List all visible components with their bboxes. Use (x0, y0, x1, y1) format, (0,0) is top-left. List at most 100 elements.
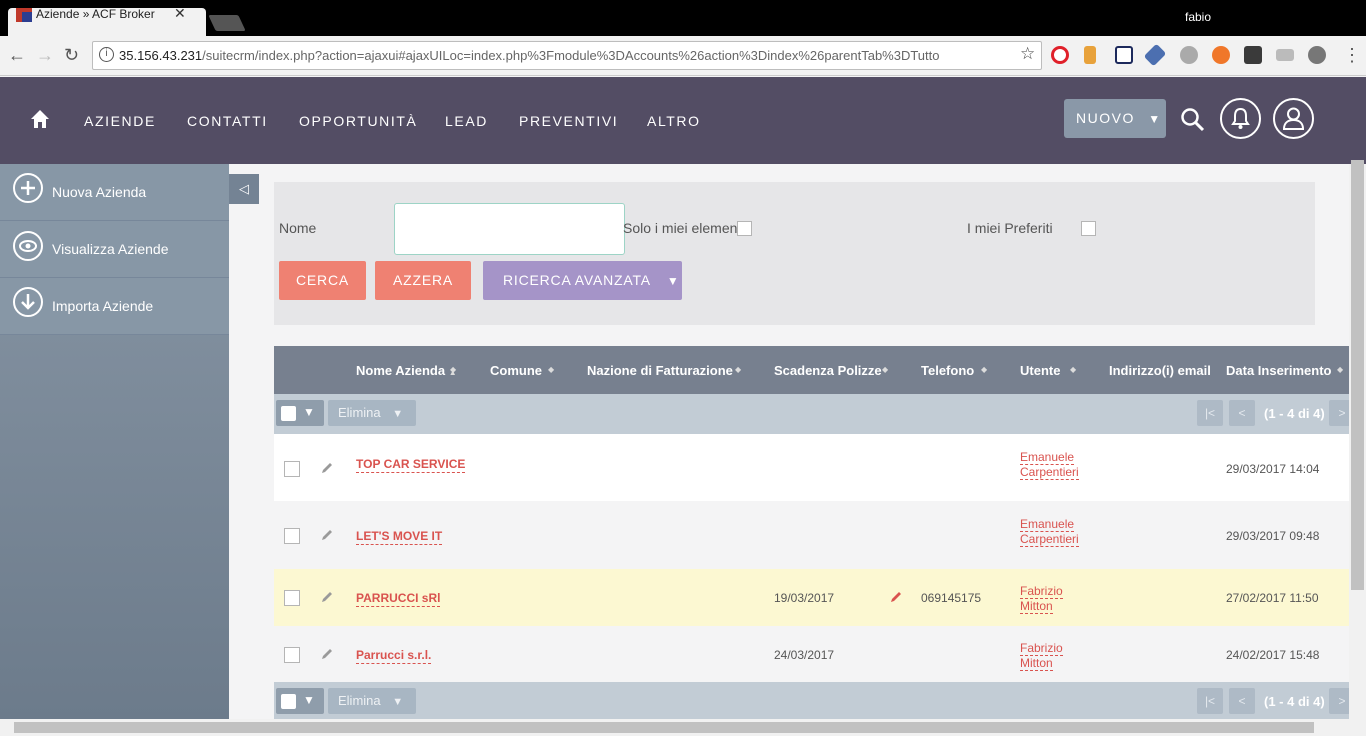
back-icon[interactable]: ← (8, 45, 26, 66)
nav-contatti[interactable]: CONTATTI (187, 113, 268, 129)
account-name-link[interactable]: TOP CAR SERVICE (356, 457, 466, 473)
reload-icon[interactable]: ↻ (64, 45, 79, 66)
column-header-date-created[interactable]: Data Inserimento (1226, 363, 1331, 378)
list-extension-icon[interactable] (1276, 49, 1294, 61)
vertical-scrollbar-thumb[interactable] (1351, 160, 1364, 590)
nav-aziende[interactable]: AZIENDE (84, 113, 156, 129)
inline-edit-pencil-icon[interactable] (889, 590, 903, 604)
mass-select-dropdown[interactable]: ▼ (276, 400, 324, 426)
first-page-button[interactable]: |< (1197, 400, 1223, 426)
name-input[interactable] (394, 203, 625, 255)
opera-extension-icon[interactable] (1051, 46, 1069, 64)
assigned-user-link[interactable]: Fabrizio Mitton (1020, 641, 1063, 671)
sort-icon[interactable]: ◆ (981, 365, 987, 374)
account-name-link[interactable]: LET'S MOVE IT (356, 529, 443, 545)
bulk-delete-button[interactable]: Elimina ▼ (328, 400, 416, 426)
assigned-user-link[interactable]: Emanuele Carpentieri (1020, 450, 1079, 480)
only-mine-label: Solo i miei elementi (623, 220, 745, 236)
mass-select-dropdown[interactable]: ▼ (276, 688, 324, 714)
sort-icon[interactable]: ◆ (882, 365, 888, 374)
favorites-label: I miei Preferiti (967, 220, 1053, 236)
date-created: 24/02/2017 15:48 (1226, 648, 1320, 662)
policy-expiry-value: 19/03/2017 (774, 591, 835, 605)
globe-extension-icon[interactable] (1308, 46, 1326, 64)
phone-value: 069145175 (921, 591, 982, 605)
bookmark-star-icon[interactable]: ☆ (1020, 44, 1035, 64)
nav-preventivi[interactable]: PREVENTIVI (519, 113, 618, 129)
sort-icon[interactable]: ◆ (1337, 365, 1343, 374)
bell-icon (1231, 107, 1250, 129)
browser-menu-icon[interactable]: ⋮ (1343, 45, 1361, 66)
date-created: 27/02/2017 11:50 (1226, 591, 1319, 605)
sort-icon[interactable]: ◆ (548, 365, 554, 374)
plus-icon (13, 173, 43, 203)
policy-expiry-value: 24/03/2017 (774, 648, 835, 662)
url-text: 35.156.43.231/suitecrm/index.php?action=… (119, 48, 940, 63)
notifications-button[interactable] (1220, 98, 1261, 139)
select-all-checkbox[interactable] (281, 694, 296, 709)
column-header-city[interactable]: Comune (490, 363, 542, 378)
row-checkbox[interactable] (284, 647, 300, 663)
advanced-search-button[interactable]: RICERCA AVANZATA ▼ (483, 261, 682, 300)
column-header-email: Indirizzo(i) email (1109, 363, 1211, 378)
only-mine-checkbox[interactable] (737, 221, 752, 236)
edit-pencil-icon[interactable] (320, 590, 334, 604)
horizontal-scrollbar-thumb[interactable] (14, 722, 1314, 733)
advanced-search-label: RICERCA AVANZATA (503, 272, 651, 288)
caret-down-icon: ▼ (392, 408, 404, 420)
m-extension-icon[interactable] (1244, 46, 1262, 64)
account-name-link[interactable]: Parrucci s.r.l. (356, 648, 432, 664)
download-icon (13, 287, 43, 317)
site-info-icon[interactable]: i (99, 47, 114, 62)
bulk-delete-button[interactable]: Elimina ▼ (328, 688, 416, 714)
search-button[interactable]: CERCA (279, 261, 366, 300)
fingerprint-extension-icon[interactable] (1180, 46, 1198, 64)
pagination-text: (1 - 4 di 4) (1264, 406, 1325, 421)
bulk-delete-label: Elimina (338, 693, 381, 708)
sort-icon[interactable]: ◆ (1070, 365, 1076, 374)
new-button[interactable]: NUOVO ▼ (1064, 99, 1166, 138)
sidebar-item-label: Nuova Azienda (52, 184, 147, 200)
reset-button[interactable]: AZZERA (375, 261, 471, 300)
sidebar-item-label: Importa Aziende (52, 298, 154, 314)
table-action-bar-bottom (274, 682, 1349, 719)
first-page-button[interactable]: |< (1197, 688, 1223, 714)
column-header-policy-expiry[interactable]: Scadenza Polizze (774, 363, 882, 378)
nav-opportunita[interactable]: OPPORTUNITÀ (299, 113, 417, 129)
row-checkbox[interactable] (284, 590, 300, 606)
account-name-link[interactable]: PARRUCCI sRl (356, 591, 441, 607)
assigned-user-link[interactable]: Fabrizio Mitton (1020, 584, 1063, 614)
edit-pencil-icon[interactable] (320, 461, 334, 475)
nav-lead[interactable]: LEAD (445, 113, 488, 129)
collapse-sidebar-button[interactable]: ◁ (229, 174, 259, 204)
pagination-text: (1 - 4 di 4) (1264, 694, 1325, 709)
orange-extension-icon[interactable] (1212, 46, 1230, 64)
column-header-name[interactable]: Nome Azienda ▲ (356, 363, 457, 378)
column-header-user[interactable]: Utente (1020, 363, 1060, 378)
edit-pencil-icon[interactable] (320, 647, 334, 661)
sort-icon[interactable]: ◆ (450, 365, 456, 374)
prev-page-button[interactable]: < (1229, 688, 1255, 714)
assigned-user-link[interactable]: Emanuele Carpentieri (1020, 517, 1079, 547)
caret-down-icon: ▼ (303, 405, 315, 419)
nav-altro[interactable]: ALTRO (647, 113, 701, 129)
n-extension-icon[interactable] (1115, 46, 1133, 64)
column-header-billing-country[interactable]: Nazione di Fatturazione (587, 363, 733, 378)
prev-page-button[interactable]: < (1229, 400, 1255, 426)
favorites-checkbox[interactable] (1081, 221, 1096, 236)
caret-down-icon: ▼ (1148, 112, 1162, 126)
key-extension-icon[interactable] (1084, 46, 1096, 64)
row-checkbox[interactable] (284, 528, 300, 544)
caret-down-icon: ▼ (392, 696, 404, 708)
edit-pencil-icon[interactable] (320, 528, 334, 542)
column-header-phone[interactable]: Telefono (921, 363, 974, 378)
close-tab-icon[interactable]: ✕ (174, 5, 186, 22)
row-checkbox[interactable] (284, 461, 300, 477)
home-icon[interactable] (30, 109, 50, 129)
bulk-delete-label: Elimina (338, 405, 381, 420)
search-icon[interactable] (1180, 107, 1206, 133)
select-all-checkbox[interactable] (281, 406, 296, 421)
sort-icon[interactable]: ◆ (735, 365, 741, 374)
user-profile-button[interactable] (1273, 98, 1314, 139)
forward-icon[interactable]: → (36, 45, 54, 66)
